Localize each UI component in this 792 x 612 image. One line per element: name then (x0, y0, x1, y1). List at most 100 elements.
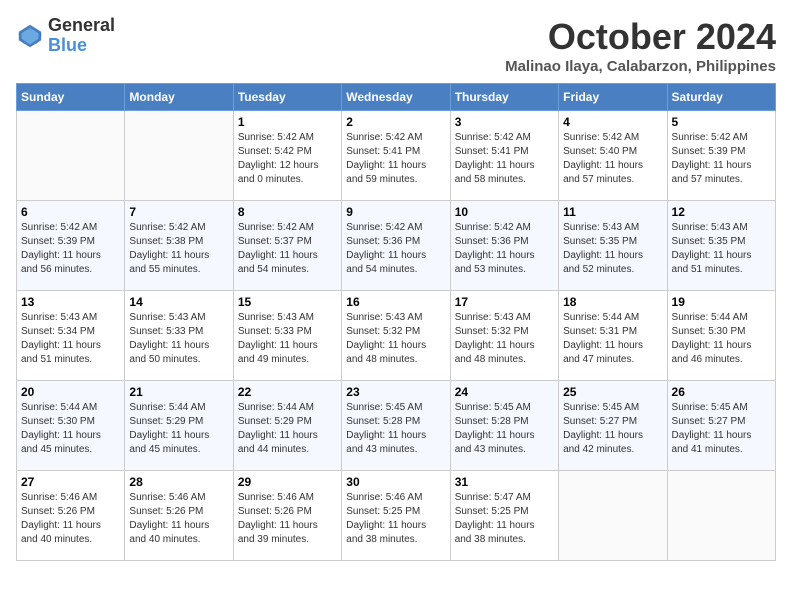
calendar-cell: 14 Sunrise: 5:43 AM Sunset: 5:33 PM Dayli… (125, 291, 233, 381)
calendar-cell: 5 Sunrise: 5:42 AM Sunset: 5:39 PM Daylig… (667, 111, 775, 201)
day-detail: Sunrise: 5:44 AM Sunset: 5:29 PM Dayligh… (238, 401, 337, 457)
day-number: 19 (672, 295, 771, 309)
day-number: 3 (455, 115, 554, 129)
day-detail: Sunrise: 5:45 AM Sunset: 5:28 PM Dayligh… (455, 401, 554, 457)
day-detail: Sunrise: 5:43 AM Sunset: 5:34 PM Dayligh… (21, 311, 120, 367)
day-number: 22 (238, 385, 337, 399)
calendar-table: SundayMondayTuesdayWednesdayThursdayFrid… (16, 83, 776, 561)
weekday-header: Monday (125, 84, 233, 111)
day-detail: Sunrise: 5:44 AM Sunset: 5:29 PM Dayligh… (129, 401, 228, 457)
day-detail: Sunrise: 5:43 AM Sunset: 5:32 PM Dayligh… (346, 311, 445, 367)
weekday-header: Saturday (667, 84, 775, 111)
day-number: 26 (672, 385, 771, 399)
logo-icon (16, 22, 44, 50)
calendar-cell: 23 Sunrise: 5:45 AM Sunset: 5:28 PM Dayli… (342, 381, 450, 471)
calendar-cell: 28Sunrise: 5:46 AM Sunset: 5:26 PM Dayli… (125, 471, 233, 561)
day-detail: Sunrise: 5:45 AM Sunset: 5:27 PM Dayligh… (563, 401, 662, 457)
calendar-cell: 21 Sunrise: 5:44 AM Sunset: 5:29 PM Dayli… (125, 381, 233, 471)
calendar-cell: 7 Sunrise: 5:42 AM Sunset: 5:38 PM Daylig… (125, 201, 233, 291)
day-detail: Sunrise: 5:42 AM Sunset: 5:40 PM Dayligh… (563, 131, 662, 187)
weekday-header: Sunday (17, 84, 125, 111)
day-number: 13 (21, 295, 120, 309)
calendar-cell: 15Sunrise: 5:43 AM Sunset: 5:33 PM Dayli… (233, 291, 341, 381)
calendar-cell: 20 Sunrise: 5:44 AM Sunset: 5:30 PM Dayli… (17, 381, 125, 471)
calendar-cell: 25 Sunrise: 5:45 AM Sunset: 5:27 PM Dayli… (559, 381, 667, 471)
day-number: 11 (563, 205, 662, 219)
day-detail: Sunrise: 5:42 AM Sunset: 5:37 PM Dayligh… (238, 221, 337, 277)
title-block: October 2024 Malinao Ilaya, Calabarzon, … (505, 16, 776, 75)
calendar-cell: 17 Sunrise: 5:43 AM Sunset: 5:32 PM Dayli… (450, 291, 558, 381)
weekday-header: Tuesday (233, 84, 341, 111)
calendar-week-row: 1 Sunrise: 5:42 AM Sunset: 5:42 PM Daylig… (17, 111, 776, 201)
calendar-cell: 8 Sunrise: 5:42 AM Sunset: 5:37 PM Daylig… (233, 201, 341, 291)
calendar-week-row: 20 Sunrise: 5:44 AM Sunset: 5:30 PM Dayli… (17, 381, 776, 471)
day-number: 28 (129, 475, 228, 489)
calendar-cell: 9Sunrise: 5:42 AM Sunset: 5:36 PM Daylig… (342, 201, 450, 291)
calendar-cell: 26 Sunrise: 5:45 AM Sunset: 5:27 PM Dayli… (667, 381, 775, 471)
calendar-week-row: 27Sunrise: 5:46 AM Sunset: 5:26 PM Dayli… (17, 471, 776, 561)
calendar-cell: 24 Sunrise: 5:45 AM Sunset: 5:28 PM Dayli… (450, 381, 558, 471)
day-number: 23 (346, 385, 445, 399)
day-detail: Sunrise: 5:42 AM Sunset: 5:39 PM Dayligh… (21, 221, 120, 277)
day-number: 20 (21, 385, 120, 399)
calendar-cell: 22 Sunrise: 5:44 AM Sunset: 5:29 PM Dayli… (233, 381, 341, 471)
day-detail: Sunrise: 5:43 AM Sunset: 5:32 PM Dayligh… (455, 311, 554, 367)
day-detail: Sunrise: 5:46 AM Sunset: 5:26 PM Dayligh… (238, 491, 337, 547)
day-detail: Sunrise: 5:42 AM Sunset: 5:36 PM Dayligh… (346, 221, 445, 277)
day-number: 16 (346, 295, 445, 309)
day-detail: Sunrise: 5:44 AM Sunset: 5:31 PM Dayligh… (563, 311, 662, 367)
day-detail: Sunrise: 5:43 AM Sunset: 5:33 PM Dayligh… (238, 311, 337, 367)
calendar-cell (125, 111, 233, 201)
day-detail: Sunrise: 5:42 AM Sunset: 5:39 PM Dayligh… (672, 131, 771, 187)
day-detail: Sunrise: 5:43 AM Sunset: 5:35 PM Dayligh… (563, 221, 662, 277)
day-number: 1 (238, 115, 337, 129)
day-number: 14 (129, 295, 228, 309)
weekday-header: Wednesday (342, 84, 450, 111)
calendar-cell: 31 Sunrise: 5:47 AM Sunset: 5:25 PM Dayli… (450, 471, 558, 561)
day-number: 24 (455, 385, 554, 399)
calendar-cell: 30Sunrise: 5:46 AM Sunset: 5:25 PM Dayli… (342, 471, 450, 561)
day-detail: Sunrise: 5:45 AM Sunset: 5:27 PM Dayligh… (672, 401, 771, 457)
calendar-cell: 3Sunrise: 5:42 AM Sunset: 5:41 PM Daylig… (450, 111, 558, 201)
day-number: 2 (346, 115, 445, 129)
day-detail: Sunrise: 5:46 AM Sunset: 5:26 PM Dayligh… (21, 491, 120, 547)
day-number: 17 (455, 295, 554, 309)
day-detail: Sunrise: 5:44 AM Sunset: 5:30 PM Dayligh… (672, 311, 771, 367)
day-detail: Sunrise: 5:44 AM Sunset: 5:30 PM Dayligh… (21, 401, 120, 457)
calendar-week-row: 6 Sunrise: 5:42 AM Sunset: 5:39 PM Daylig… (17, 201, 776, 291)
calendar-cell: 1 Sunrise: 5:42 AM Sunset: 5:42 PM Daylig… (233, 111, 341, 201)
day-number: 8 (238, 205, 337, 219)
day-detail: Sunrise: 5:43 AM Sunset: 5:33 PM Dayligh… (129, 311, 228, 367)
month-title: October 2024 (505, 16, 776, 58)
day-number: 21 (129, 385, 228, 399)
calendar-cell: 19 Sunrise: 5:44 AM Sunset: 5:30 PM Dayli… (667, 291, 775, 381)
day-detail: Sunrise: 5:42 AM Sunset: 5:38 PM Dayligh… (129, 221, 228, 277)
logo-line1: General (48, 16, 115, 36)
calendar-cell (667, 471, 775, 561)
page-header: General Blue October 2024 Malinao Ilaya,… (16, 16, 776, 75)
calendar-week-row: 13 Sunrise: 5:43 AM Sunset: 5:34 PM Dayli… (17, 291, 776, 381)
calendar-cell: 18 Sunrise: 5:44 AM Sunset: 5:31 PM Dayli… (559, 291, 667, 381)
weekday-header: Friday (559, 84, 667, 111)
calendar-header-row: SundayMondayTuesdayWednesdayThursdayFrid… (17, 84, 776, 111)
day-detail: Sunrise: 5:42 AM Sunset: 5:42 PM Dayligh… (238, 131, 337, 187)
day-number: 31 (455, 475, 554, 489)
day-number: 29 (238, 475, 337, 489)
calendar-cell (17, 111, 125, 201)
calendar-cell: 10Sunrise: 5:42 AM Sunset: 5:36 PM Dayli… (450, 201, 558, 291)
calendar-cell: 2 Sunrise: 5:42 AM Sunset: 5:41 PM Daylig… (342, 111, 450, 201)
day-number: 6 (21, 205, 120, 219)
calendar-cell: 6 Sunrise: 5:42 AM Sunset: 5:39 PM Daylig… (17, 201, 125, 291)
day-detail: Sunrise: 5:42 AM Sunset: 5:36 PM Dayligh… (455, 221, 554, 277)
calendar-cell: 4Sunrise: 5:42 AM Sunset: 5:40 PM Daylig… (559, 111, 667, 201)
day-detail: Sunrise: 5:42 AM Sunset: 5:41 PM Dayligh… (346, 131, 445, 187)
day-detail: Sunrise: 5:45 AM Sunset: 5:28 PM Dayligh… (346, 401, 445, 457)
calendar-cell: 16 Sunrise: 5:43 AM Sunset: 5:32 PM Dayli… (342, 291, 450, 381)
day-number: 7 (129, 205, 228, 219)
weekday-header: Thursday (450, 84, 558, 111)
day-detail: Sunrise: 5:47 AM Sunset: 5:25 PM Dayligh… (455, 491, 554, 547)
day-number: 25 (563, 385, 662, 399)
day-number: 5 (672, 115, 771, 129)
calendar-cell: 12Sunrise: 5:43 AM Sunset: 5:35 PM Dayli… (667, 201, 775, 291)
day-number: 18 (563, 295, 662, 309)
